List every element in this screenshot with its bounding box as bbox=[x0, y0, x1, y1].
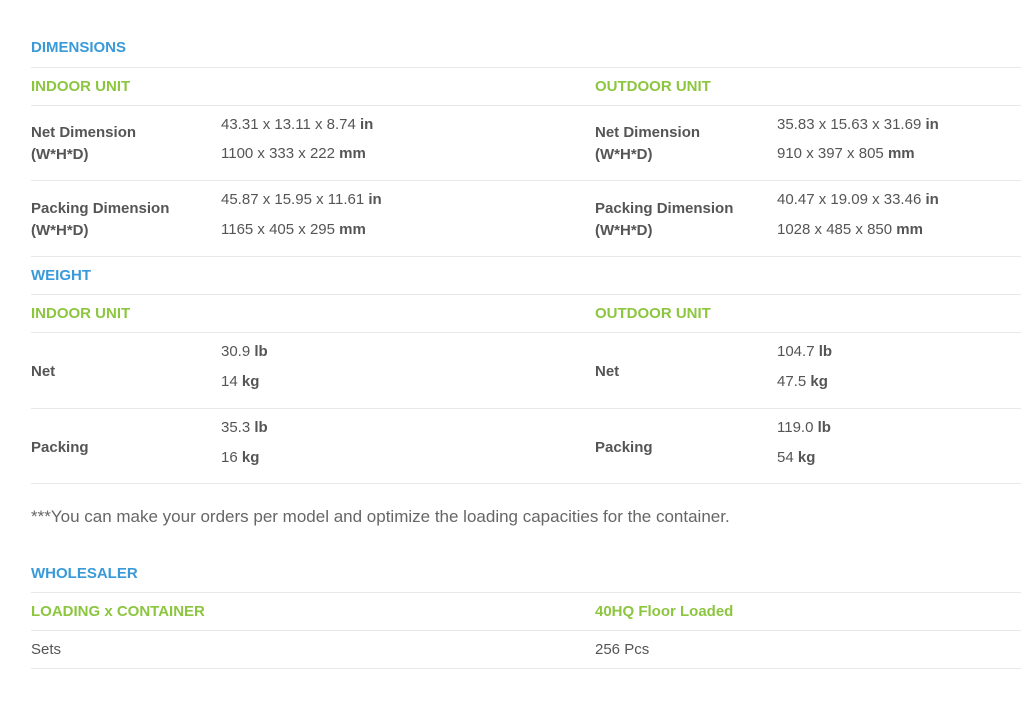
outdoor-packing-weight-kg: 54 kg bbox=[777, 449, 816, 466]
weight-indoor-heading: INDOOR UNIT bbox=[31, 305, 131, 322]
indoor-packing-weight-label: Packing bbox=[31, 439, 89, 456]
indoor-net-dimension-mm: 1100 x 333 x 222 mm bbox=[221, 145, 366, 162]
loading-container-heading: LOADING x CONTAINER bbox=[31, 603, 205, 620]
dimensions-heading: DIMENSIONS bbox=[31, 39, 127, 56]
divider bbox=[31, 630, 1021, 631]
outdoor-net-dimension-label: Net Dimension (W*H*D) bbox=[595, 124, 701, 163]
floor-loaded-heading: 40HQ Floor Loaded bbox=[595, 603, 734, 620]
divider bbox=[31, 668, 1021, 669]
wholesaler-heading: WHOLESALER bbox=[31, 565, 138, 582]
indoor-net-dimension-label: Net Dimension (W*H*D) bbox=[31, 124, 137, 163]
divider bbox=[31, 294, 1021, 295]
dimensions-indoor-heading: INDOOR UNIT bbox=[31, 78, 131, 95]
sets-value: 256 Pcs bbox=[595, 641, 650, 658]
outdoor-packing-weight-label: Packing bbox=[595, 439, 653, 456]
divider bbox=[31, 67, 1021, 68]
outdoor-packing-dimension-mm: 1028 x 485 x 850 mm bbox=[777, 221, 923, 238]
indoor-net-dimension-in: 43.31 x 13.11 x 8.74 in bbox=[221, 116, 374, 133]
divider bbox=[31, 332, 1021, 333]
indoor-net-weight-lb: 30.9 lb bbox=[221, 343, 268, 360]
indoor-packing-weight-lb: 35.3 lb bbox=[221, 419, 268, 436]
divider bbox=[31, 180, 1021, 181]
loading-note: ***You can make your orders per model an… bbox=[31, 507, 730, 526]
outdoor-packing-dimension-label: Packing Dimension (W*H*D) bbox=[595, 200, 734, 239]
outdoor-net-weight-lb: 104.7 lb bbox=[777, 343, 833, 360]
indoor-packing-dimension-mm: 1165 x 405 x 295 mm bbox=[221, 221, 366, 238]
outdoor-net-dimension-in: 35.83 x 15.63 x 31.69 in bbox=[777, 116, 939, 133]
outdoor-packing-dimension-in: 40.47 x 19.09 x 33.46 in bbox=[777, 191, 939, 208]
indoor-net-weight-label: Net bbox=[31, 363, 56, 380]
weight-outdoor-heading: OUTDOOR UNIT bbox=[595, 305, 711, 322]
indoor-packing-dimension-label: Packing Dimension (W*H*D) bbox=[31, 200, 170, 239]
sets-label: Sets bbox=[31, 641, 62, 658]
indoor-packing-weight-kg: 16 kg bbox=[221, 449, 260, 466]
indoor-packing-dimension-in: 45.87 x 15.95 x 11.61 in bbox=[221, 191, 382, 208]
divider bbox=[31, 592, 1021, 593]
outdoor-net-weight-kg: 47.5 kg bbox=[777, 373, 828, 390]
indoor-net-weight-kg: 14 kg bbox=[221, 373, 260, 390]
divider bbox=[31, 483, 1021, 484]
outdoor-packing-weight-lb: 119.0 lb bbox=[777, 419, 831, 436]
weight-heading: WEIGHT bbox=[31, 267, 91, 284]
divider bbox=[31, 256, 1021, 257]
divider bbox=[31, 408, 1021, 409]
dimensions-outdoor-heading: OUTDOOR UNIT bbox=[595, 78, 711, 95]
outdoor-net-weight-label: Net bbox=[595, 363, 620, 380]
divider bbox=[31, 105, 1021, 106]
outdoor-net-dimension-mm: 910 x 397 x 805 mm bbox=[777, 145, 915, 162]
